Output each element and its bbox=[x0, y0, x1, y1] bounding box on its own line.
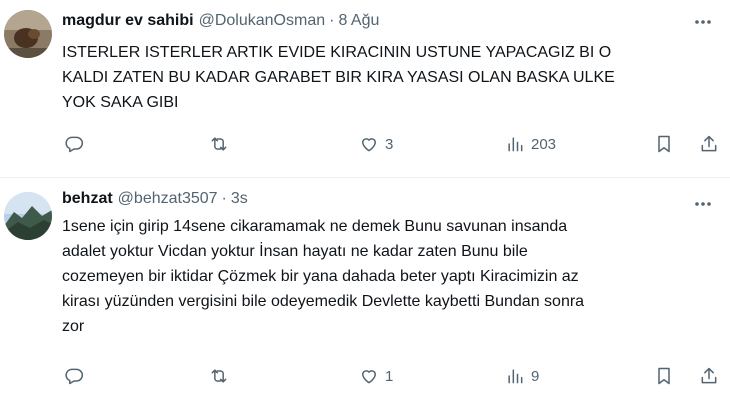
tweet-text: ISTERLER ISTERLER ARTIK EVIDE KIRACININ … bbox=[62, 40, 712, 115]
views-button[interactable]: 9 bbox=[505, 364, 539, 388]
views-button[interactable]: 203 bbox=[505, 132, 556, 156]
view-count: 9 bbox=[531, 367, 540, 385]
timestamp[interactable]: 3s bbox=[231, 190, 248, 208]
user-handle[interactable]: @DolukanOsman bbox=[199, 12, 326, 30]
heart-icon bbox=[362, 138, 376, 152]
more-options-button[interactable] bbox=[692, 193, 714, 215]
tweet-text: 1sene için girip 14sene cikaramamak ne d… bbox=[62, 214, 712, 339]
reply-button[interactable] bbox=[64, 132, 90, 156]
tweet-text-line: KALDI ZATEN BU KADAR GARABET BIR KIRA YA… bbox=[62, 69, 615, 86]
more-options-button[interactable] bbox=[692, 11, 714, 33]
share-upload-icon bbox=[701, 367, 717, 384]
share-upload-icon bbox=[701, 135, 717, 152]
more-horizontal-icon bbox=[695, 20, 711, 24]
display-name[interactable]: magdur ev sahibi bbox=[62, 12, 194, 30]
timestamp[interactable]: 8 Ağu bbox=[338, 12, 379, 30]
like-button[interactable]: 3 bbox=[359, 132, 393, 156]
share-button[interactable] bbox=[699, 364, 719, 388]
tweet-item[interactable]: behzat @behzat3507 · 3s 1sene için girip… bbox=[0, 178, 730, 420]
retweet-arrows-icon bbox=[211, 137, 227, 151]
separator-dot: · bbox=[329, 12, 335, 29]
bookmark-icon bbox=[658, 135, 670, 153]
tweet-header: behzat @behzat3507 · 3s bbox=[62, 188, 248, 210]
tweet-text-line: cozemeyen bir iktidar Çözmek bir yana da… bbox=[62, 268, 579, 285]
retweet-button[interactable] bbox=[209, 132, 235, 156]
avatar[interactable] bbox=[4, 10, 52, 58]
more-horizontal-icon bbox=[695, 202, 711, 206]
tweet-text-line: YOK SAKA GIBI bbox=[62, 94, 179, 111]
retweet-arrows-icon bbox=[211, 369, 227, 383]
reply-bubble-icon bbox=[65, 368, 84, 385]
like-button[interactable]: 1 bbox=[359, 364, 393, 388]
tweet-item[interactable]: magdur ev sahibi @DolukanOsman · 8 Ağu I… bbox=[0, 0, 730, 178]
tweet-text-line: 1sene için girip 14sene cikaramamak ne d… bbox=[62, 218, 568, 235]
tweet-actions: 1 9 bbox=[62, 364, 722, 388]
tweet-text-line: zor bbox=[62, 318, 85, 335]
bar-chart-icon bbox=[508, 137, 523, 152]
user-handle[interactable]: @behzat3507 bbox=[118, 190, 218, 208]
retweet-button[interactable] bbox=[209, 364, 235, 388]
tweet-text-line: ISTERLER ISTERLER ARTIK EVIDE KIRACININ … bbox=[62, 44, 612, 61]
reply-button[interactable] bbox=[64, 364, 90, 388]
bookmark-button[interactable] bbox=[654, 132, 674, 156]
separator-dot: · bbox=[221, 190, 227, 207]
reply-bubble-icon bbox=[65, 136, 84, 153]
tweet-actions: 3 203 bbox=[62, 132, 722, 156]
view-count: 203 bbox=[531, 135, 557, 153]
heart-icon bbox=[362, 370, 376, 384]
share-button[interactable] bbox=[699, 132, 719, 156]
tweet-text-line: kirası yüzünden vergisini bile odeyemedi… bbox=[62, 293, 585, 310]
display-name[interactable]: behzat bbox=[62, 190, 113, 208]
like-count: 1 bbox=[385, 367, 394, 385]
bookmark-button[interactable] bbox=[654, 364, 674, 388]
tweet-header: magdur ev sahibi @DolukanOsman · 8 Ağu bbox=[62, 10, 379, 32]
avatar[interactable] bbox=[4, 192, 52, 240]
tweet-text-line: adalet yoktur Vicdan yoktur İnsan hayatı… bbox=[62, 243, 528, 260]
bookmark-icon bbox=[658, 367, 670, 385]
like-count: 3 bbox=[385, 135, 394, 153]
bar-chart-icon bbox=[508, 369, 523, 384]
